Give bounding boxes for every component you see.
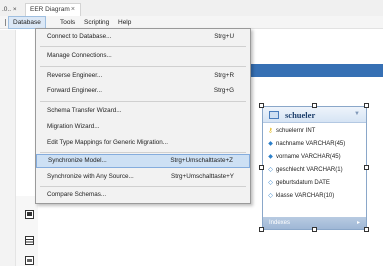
menu-item-migration-wizard[interactable]: Migration Wizard...	[36, 120, 250, 134]
resize-handle[interactable]	[312, 227, 317, 232]
entity-title: schueler	[285, 110, 316, 120]
nullable-diamond-icon: ◇	[268, 193, 273, 199]
resize-handle[interactable]	[259, 227, 264, 232]
tab-previous[interactable]: .0.. ×	[0, 4, 19, 15]
indexes-label: Indexes	[269, 220, 291, 226]
view-tool-icon[interactable]	[25, 256, 35, 266]
menu-item-manage-connections[interactable]: Manage Connections...	[36, 49, 250, 63]
menu-item-edit-type-mappings[interactable]: Edit Type Mappings for Generic Migration…	[36, 136, 250, 150]
nullable-diamond-icon: ◇	[268, 180, 273, 186]
resize-handle[interactable]	[312, 103, 317, 108]
entity-header[interactable]: schueler ▼	[263, 107, 366, 123]
table-icon	[269, 111, 279, 119]
column-row[interactable]: ◇ klasse VARCHAR(10)	[267, 190, 334, 202]
column-row[interactable]: ◆ nachname VARCHAR(45)	[267, 138, 345, 150]
menu-item-connect-to-database[interactable]: Connect to Database... Strg+U	[36, 30, 250, 44]
left-tool-panel	[16, 196, 38, 266]
primary-key-icon: ⚷	[268, 128, 273, 134]
menu-item-forward-engineer[interactable]: Forward Engineer... Strg+G	[36, 84, 250, 98]
document-tab-strip: .0.. × EER Diagram ×	[0, 0, 383, 16]
table-tool-icon[interactable]	[25, 236, 35, 246]
image-tool-icon[interactable]	[25, 210, 35, 220]
menu-separator	[40, 152, 246, 153]
tab-previous-close-icon[interactable]: ×	[13, 6, 17, 13]
resize-handle[interactable]	[364, 227, 369, 232]
tab-eer-diagram-label: EER Diagram	[30, 6, 70, 13]
menu-item-synchronize-any-source[interactable]: Synchronize with Any Source... Strg+Umsc…	[36, 170, 250, 184]
menu-item-schema-transfer-wizard[interactable]: Schema Transfer Wizard...	[36, 104, 250, 118]
menu-separator	[40, 186, 246, 187]
column-row[interactable]: ◇ geburtsdatum DATE	[267, 177, 330, 189]
resize-handle[interactable]	[364, 103, 369, 108]
tab-eer-diagram[interactable]: EER Diagram ×	[25, 3, 81, 16]
tab-eer-diagram-close-icon[interactable]: ×	[71, 4, 75, 16]
menu-separator	[40, 66, 246, 67]
menu-item-synchronize-model[interactable]: Synchronize Model... Strg+Umschalttaste+…	[36, 154, 250, 168]
menu-item-compare-schemas[interactable]: Compare Schemas...	[36, 188, 250, 202]
menu-item-reverse-engineer[interactable]: Reverse Engineer... Strg+R	[36, 69, 250, 83]
menu-separator	[40, 46, 246, 47]
collapse-arrow-icon[interactable]: ▼	[354, 111, 360, 117]
nullable-diamond-icon: ◇	[268, 167, 273, 173]
column-row[interactable]: ◇ geschlecht VARCHAR(1)	[267, 164, 342, 176]
column-diamond-icon: ◆	[268, 141, 273, 147]
tab-previous-label: .0..	[2, 6, 12, 13]
entity-table-schueler[interactable]: schueler ▼ ⚷ schuelernr INT ◆ nachname VAR…	[262, 106, 367, 230]
database-menu-dropdown: Connect to Database... Strg+U Manage Con…	[35, 28, 251, 204]
menu-bar-grip	[5, 19, 6, 26]
expand-arrow-icon[interactable]: ▸	[357, 217, 360, 229]
resize-handle[interactable]	[259, 103, 264, 108]
column-row[interactable]: ⚷ schuelernr INT	[267, 125, 315, 137]
column-row[interactable]: ◆ vorname VARCHAR(45)	[267, 151, 340, 163]
column-diamond-icon: ◆	[268, 154, 273, 160]
menu-separator	[40, 101, 246, 102]
toolbar-band	[250, 64, 383, 77]
resize-handle[interactable]	[364, 165, 369, 170]
resize-handle[interactable]	[259, 165, 264, 170]
left-tool-strip	[0, 30, 16, 266]
